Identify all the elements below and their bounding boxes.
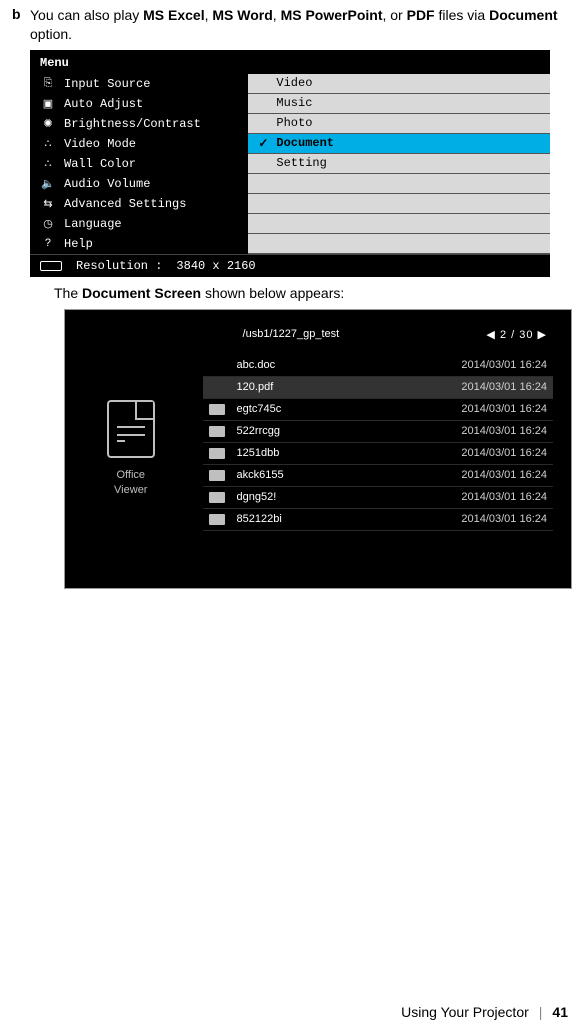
menu-item-video-mode[interactable]: ∴Video Mode: [30, 134, 248, 154]
office-viewer-label: Office Viewer: [114, 468, 147, 497]
document-screen: Office Viewer /usb1/1227_gp_test ◀ 2 / 3…: [64, 309, 572, 589]
footer-section: Using Your Projector: [401, 1004, 529, 1020]
list-item[interactable]: abc.doc2014/03/01 16:24: [203, 355, 553, 377]
audio-icon: 🔈: [40, 177, 56, 191]
check-icon: ✓: [256, 136, 270, 151]
submenu-item-photo[interactable]: Photo: [248, 114, 550, 134]
video-mode-icon: ∴: [40, 137, 56, 151]
step-bullet: b: [12, 6, 21, 22]
submenu-item-empty: [248, 234, 550, 254]
list-item[interactable]: 1251dbb2014/03/01 16:24: [203, 443, 553, 465]
help-icon: ?: [40, 237, 56, 251]
list-item[interactable]: akck61552014/03/01 16:24: [203, 465, 553, 487]
advanced-icon: ⇆: [40, 197, 56, 211]
list-item[interactable]: 852122bi2014/03/01 16:24: [203, 509, 553, 531]
menu-item-wall-color[interactable]: ∴Wall Color: [30, 154, 248, 174]
file-list: abc.doc2014/03/01 16:24 120.pdf2014/03/0…: [203, 355, 553, 531]
submenu-item-setting[interactable]: Setting: [248, 154, 550, 174]
resolution-value: 3840 x 2160: [176, 259, 255, 273]
footer-separator: |: [539, 1004, 543, 1020]
folder-icon: [207, 446, 227, 460]
submenu-item-empty: [248, 174, 550, 194]
page-footer: Using Your Projector | 41: [401, 1004, 568, 1020]
caption-text: The Document Screen shown below appears:: [54, 285, 572, 301]
brightness-icon: ✺: [40, 117, 56, 131]
osd-title: Menu: [30, 50, 550, 74]
folder-icon: [207, 512, 227, 526]
doc-right-panel: /usb1/1227_gp_test ◀ 2 / 30 ▶ abc.doc201…: [197, 310, 571, 588]
osd-right-column: Video Music Photo ✓Document Setting: [248, 74, 550, 254]
menu-item-input-source[interactable]: ⎘Input Source: [30, 74, 248, 94]
submenu-item-music[interactable]: Music: [248, 94, 550, 114]
osd-menu: Menu ⎘Input Source ▣Auto Adjust ✺Brightn…: [30, 50, 550, 277]
office-viewer-icon: [107, 400, 155, 458]
footer-page-number: 41: [552, 1004, 568, 1020]
menu-item-advanced-settings[interactable]: ⇆Advanced Settings: [30, 194, 248, 214]
menu-item-audio-volume[interactable]: 🔈Audio Volume: [30, 174, 248, 194]
folder-icon: [207, 402, 227, 416]
resolution-label: Resolution :: [76, 259, 162, 273]
wall-color-icon: ∴: [40, 157, 56, 171]
menu-item-auto-adjust[interactable]: ▣Auto Adjust: [30, 94, 248, 114]
folder-icon: [207, 490, 227, 504]
list-item[interactable]: dgng52!2014/03/01 16:24: [203, 487, 553, 509]
resolution-icon: [40, 261, 62, 271]
menu-item-language[interactable]: ◷Language: [30, 214, 248, 234]
list-item[interactable]: egtc745c2014/03/01 16:24: [203, 399, 553, 421]
folder-icon: [207, 468, 227, 482]
osd-resolution-row: Resolution : 3840 x 2160: [30, 254, 550, 277]
list-item[interactable]: 120.pdf2014/03/01 16:24: [203, 377, 553, 399]
menu-item-brightness-contrast[interactable]: ✺Brightness/Contrast: [30, 114, 248, 134]
submenu-item-empty: [248, 194, 550, 214]
auto-adjust-icon: ▣: [40, 97, 56, 111]
step-item: b You can also play MS Excel, MS Word, M…: [12, 6, 572, 44]
list-item[interactable]: 522rrcgg2014/03/01 16:24: [203, 421, 553, 443]
folder-icon: [207, 424, 227, 438]
osd-left-column: ⎘Input Source ▣Auto Adjust ✺Brightness/C…: [30, 74, 248, 254]
step-text: You can also play MS Excel, MS Word, MS …: [30, 6, 572, 44]
submenu-item-empty: [248, 214, 550, 234]
submenu-item-video[interactable]: Video: [248, 74, 550, 94]
page-indicator[interactable]: ◀ 2 / 30 ▶: [486, 328, 547, 341]
menu-item-help[interactable]: ?Help: [30, 234, 248, 254]
language-icon: ◷: [40, 217, 56, 231]
input-source-icon: ⎘: [40, 77, 56, 91]
submenu-item-document[interactable]: ✓Document: [248, 134, 550, 154]
current-path: /usb1/1227_gp_test: [243, 328, 340, 341]
doc-left-panel: Office Viewer: [65, 310, 197, 588]
